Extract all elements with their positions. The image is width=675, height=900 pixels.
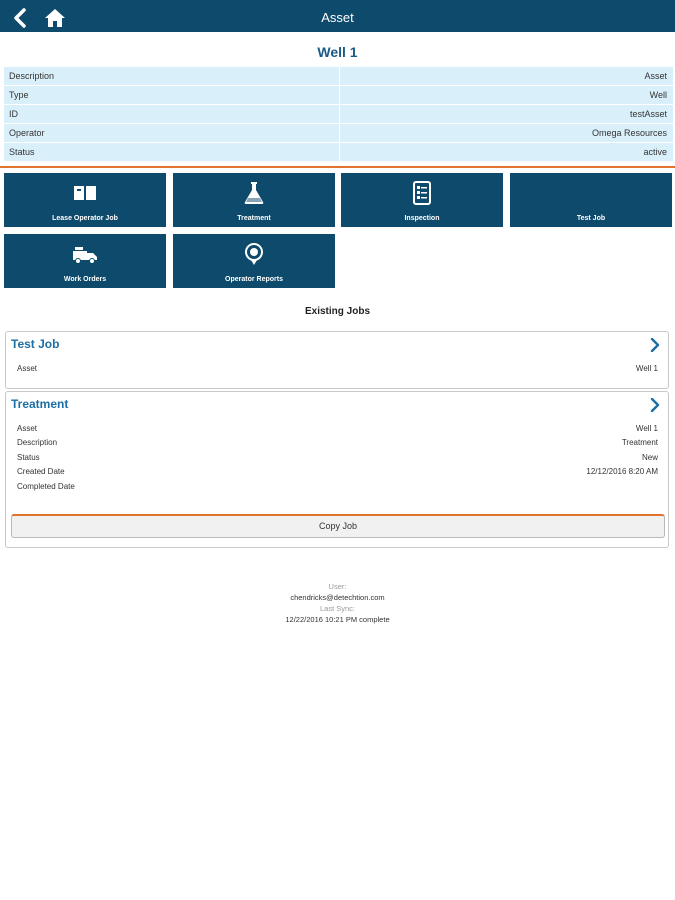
tile-label: Lease Operator Job [52,215,118,222]
tile-label: Inspection [404,215,440,222]
tile-label: Work Orders [63,276,107,283]
book-icon [71,181,99,205]
last-sync-label: Last Sync: [319,604,356,613]
field-label: Status [17,453,40,462]
job-field-row: Status New [17,451,658,465]
checklist-icon [408,181,436,205]
field-label: Created Date [17,467,65,476]
chevron-right-icon[interactable] [650,397,660,413]
test-job-button[interactable]: Test Job [510,173,672,227]
work-orders-button[interactable]: Work Orders [4,234,166,288]
field-label: Asset [17,364,38,373]
tile-label: Treatment [237,215,271,222]
section-divider [0,166,675,168]
property-row: ID testAsset [4,105,673,124]
user-email: chendricks@detechtion.com [290,593,385,602]
sync-footer: User: chendricks@detechtion.com Last Syn… [0,581,675,625]
property-value: active [643,147,667,157]
user-label: User: [328,582,347,591]
inspection-button[interactable]: Inspection [341,173,503,227]
field-value: Well 1 [635,424,658,433]
property-value: testAsset [629,109,667,119]
job-title[interactable]: Test Job [11,337,59,351]
asset-name: Well 1 [317,44,358,60]
report-badge-icon [240,242,268,266]
treatment-button[interactable]: Treatment [173,173,335,227]
property-label: Type [4,86,340,104]
field-value: New [641,453,658,462]
job-field-row: Description Treatment [17,436,658,450]
job-field-row: Created Date 12/12/2016 8:20 AM [17,465,658,479]
field-label: Asset [17,424,38,433]
last-sync-value: 12/22/2016 10:21 PM complete [285,615,390,624]
property-label: Description [4,67,340,85]
property-label: Status [4,143,340,161]
flask-icon [240,181,268,205]
field-value: Treatment [621,438,658,447]
field-label: Description [17,438,58,447]
property-value: Omega Resources [591,128,667,138]
property-row: Operator Omega Resources [4,124,673,143]
field-value: Well 1 [635,364,658,373]
property-label: ID [4,105,340,123]
job-field-row: Completed Date [17,480,658,494]
operator-reports-button[interactable]: Operator Reports [173,234,335,288]
field-value: 12/12/2016 8:20 AM [586,467,658,476]
property-row: Type Well [4,86,673,105]
job-field-row: Asset Well 1 [17,362,658,376]
top-app-bar: Asset [0,0,675,32]
job-card-treatment[interactable]: Treatment Asset Well 1 Description Treat… [5,391,669,548]
job-field-row: Asset Well 1 [17,422,658,436]
asset-properties-table: Description Asset Type Well ID testAsset… [4,67,673,162]
property-row: Description Asset [4,67,673,86]
field-label: Completed Date [17,482,75,491]
chevron-right-icon[interactable] [650,337,660,353]
copy-job-button[interactable]: Copy Job [11,514,665,538]
existing-jobs-heading: Existing Jobs [304,306,370,317]
job-title[interactable]: Treatment [11,397,68,411]
property-value: Asset [644,71,667,81]
tile-label: Test Job [576,215,606,222]
property-row: Status active [4,143,673,162]
lease-operator-job-button[interactable]: Lease Operator Job [4,173,166,227]
tile-label: Operator Reports [225,276,283,283]
truck-icon [71,242,99,266]
property-value: Well [649,90,667,100]
job-card-test-job[interactable]: Test Job Asset Well 1 [5,331,669,389]
property-label: Operator [4,124,340,142]
page-title: Asset [321,10,354,25]
